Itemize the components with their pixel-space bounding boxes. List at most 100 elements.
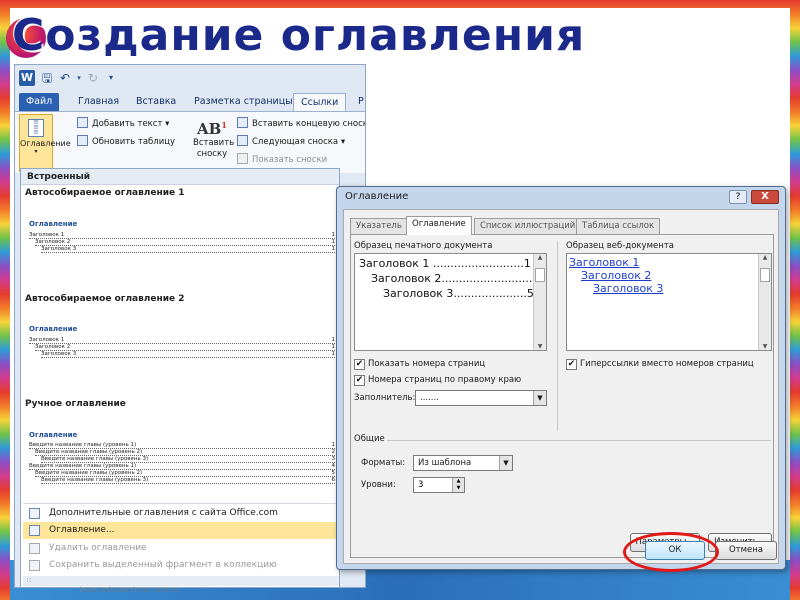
footer-url: http://edu-teacherzv.ucoz.ru [80,586,180,594]
scroll-down-icon[interactable]: ▼ [534,343,546,350]
word-logo-icon[interactable]: W [19,70,35,86]
web-preview-link-2[interactable]: Заголовок 2 [581,269,651,282]
print-preview[interactable]: Заголовок 1 ..........................1 … [354,253,547,351]
tab-index[interactable]: Указатель [350,218,408,234]
ribbon-references: ≡ ≡ ≡ Оглавление ▾ Добавить текст ▾ Обнови… [15,111,366,173]
right-align-checkbox[interactable]: ✔ [354,375,365,386]
toc-tab-panel: Образец печатного документа Заголовок 1 … [350,234,774,558]
help-button[interactable]: ? [729,190,747,204]
scroll-up-icon[interactable]: ▲ [534,254,546,261]
office-com-icon [29,508,40,519]
save-icon[interactable]: 🖫 [39,70,55,86]
quick-access-toolbar: W 🖫 ↶ ▾ ↻ ▾ [15,65,365,91]
gallery-item-auto-toc-1[interactable]: Автособираемое оглавление 1 Оглавление З… [21,186,339,290]
footnote-sup-glyph: 1 [221,120,227,130]
gallery-toc-line: Введите название главы (уровень 3) 3 [41,456,335,463]
show-notes-label: Показать сноски [252,155,328,165]
gallery-toc-line: Введите название главы (уровень 1) 4 [29,463,335,470]
chevron-down-icon[interactable]: ▼ [499,456,512,470]
formats-value: Из шаблона [418,458,472,468]
insert-footnote-label: Вставить сноску [193,138,235,159]
gallery-toc-line: Заголовок 21 [35,344,335,351]
scroll-thumb[interactable] [535,268,545,282]
gallery-mini-title: Оглавление [29,431,78,439]
tab-toc[interactable]: Оглавление [406,216,472,235]
toc-icon: ≡ ≡ ≡ [28,119,44,137]
gallery-section-title: Автособираемое оглавление 1 [25,188,185,198]
show-page-numbers-checkbox[interactable]: ✔ [354,359,365,370]
gallery-resize-handle[interactable]: ∷ [23,576,339,586]
gallery-toc-line: Заголовок 31 [41,351,335,358]
web-preview[interactable]: Заголовок 1 Заголовок 2 Заголовок 3 ▲ ▼ [566,253,772,351]
customize-qat-icon[interactable]: ▾ [103,70,119,86]
filler-select[interactable]: ....... ▼ [415,390,547,406]
add-text-label: Добавить текст [92,119,163,129]
menu-insert-toc[interactable]: Оглавление... [23,522,339,539]
gallery-mini-title: Оглавление [29,325,78,333]
chevron-down-icon[interactable]: ▼ [533,391,546,405]
tab-file[interactable]: Файл [19,93,60,111]
spin-up-icon[interactable]: ▲ [452,478,464,485]
insert-endnote-label: Вставить концевую сноску [252,119,366,129]
toc-button[interactable]: ≡ ≡ ≡ Оглавление ▾ [19,114,71,172]
highlight-ring [623,532,719,572]
tab-home[interactable]: Главная [71,93,126,111]
insert-footnote-button[interactable]: AB1 Вставить сноску [191,114,235,172]
toc-menu-icon [29,525,40,536]
formats-select[interactable]: Из шаблона ▼ [413,455,513,471]
menu-remove-toc[interactable]: Удалить оглавление [23,540,339,557]
gallery-item-auto-toc-2[interactable]: Автособираемое оглавление 2 Оглавление З… [21,291,339,395]
scroll-up-icon[interactable]: ▲ [759,254,771,261]
next-footnote-label: Следующая сноска [252,137,339,147]
update-table-icon [77,135,88,146]
filler-label: Заполнитель: [354,393,416,403]
gallery-toc-line: Заголовок 31 [41,246,335,253]
dialog-title: Оглавление [345,191,409,202]
menu-save-selection-to-gallery[interactable]: Сохранить выделенный фрагмент в коллекци… [23,557,339,587]
web-preview-scrollbar[interactable]: ▲ ▼ [758,254,771,350]
insert-endnote-icon [237,117,248,128]
footnote-icon: AB1 [191,120,233,138]
scroll-down-icon[interactable]: ▼ [759,343,771,350]
toc-button-label: Оглавление [20,139,71,148]
gallery-section-title: Автособираемое оглавление 2 [25,294,185,304]
cancel-button[interactable]: Отмена [715,541,777,560]
web-preview-link-1[interactable]: Заголовок 1 [569,256,639,269]
tab-page-layout[interactable]: Разметка страницы [187,93,300,111]
levels-label: Уровни: [361,480,396,490]
gallery-toc-line: Заголовок 21 [35,239,335,246]
levels-value: 3 [418,480,424,490]
next-footnote-button[interactable]: Следующая сноска ▾ [237,134,345,150]
levels-spinner[interactable]: 3 ▲ ▼ [413,477,465,493]
web-preview-label: Образец веб-документа [566,241,674,251]
menu-more-toc-office-com[interactable]: Дополнительные оглавления с сайта Office… [23,505,339,522]
toc-dialog: Оглавление ? X Указатель Оглавление Спис… [336,186,786,570]
update-table-button[interactable]: Обновить таблицу [77,134,175,150]
tab-references[interactable]: Ссылки [293,93,347,111]
next-footnote-icon [237,135,248,146]
gallery-item-manual-toc[interactable]: Ручное оглавление Оглавление Введите наз… [21,395,339,501]
gallery-section-title: Ручное оглавление [25,399,126,409]
menu-item-label: Оглавление... [49,525,115,535]
hyperlinks-checkbox[interactable]: ✔ [566,359,577,370]
save-selection-icon [29,560,40,571]
slide-title: Создание оглавления [12,10,586,61]
close-button[interactable]: X [751,190,779,204]
scroll-thumb[interactable] [760,268,770,282]
tab-authorities[interactable]: Таблица ссылок [576,218,661,234]
show-notes-button[interactable]: Показать сноски [237,152,327,168]
menu-item-label: Дополнительные оглавления с сайта Office… [49,508,278,518]
tab-figures[interactable]: Список иллюстраций [474,218,582,234]
general-divider [387,440,771,441]
web-preview-link-3[interactable]: Заголовок 3 [593,282,663,295]
spin-down-icon[interactable]: ▼ [452,485,464,492]
redo-icon[interactable]: ↻ [85,70,101,86]
insert-endnote-button[interactable]: Вставить концевую сноску [237,116,366,132]
vertical-divider [557,241,558,431]
add-text-button[interactable]: Добавить текст ▾ [77,116,169,132]
show-notes-icon [237,153,248,164]
tab-review[interactable]: Р [351,93,365,111]
ribbon-tabs: Файл Главная Вставка Разметка страницы С… [15,91,365,111]
tab-insert[interactable]: Вставка [129,93,183,111]
print-preview-scrollbar[interactable]: ▲ ▼ [533,254,546,350]
